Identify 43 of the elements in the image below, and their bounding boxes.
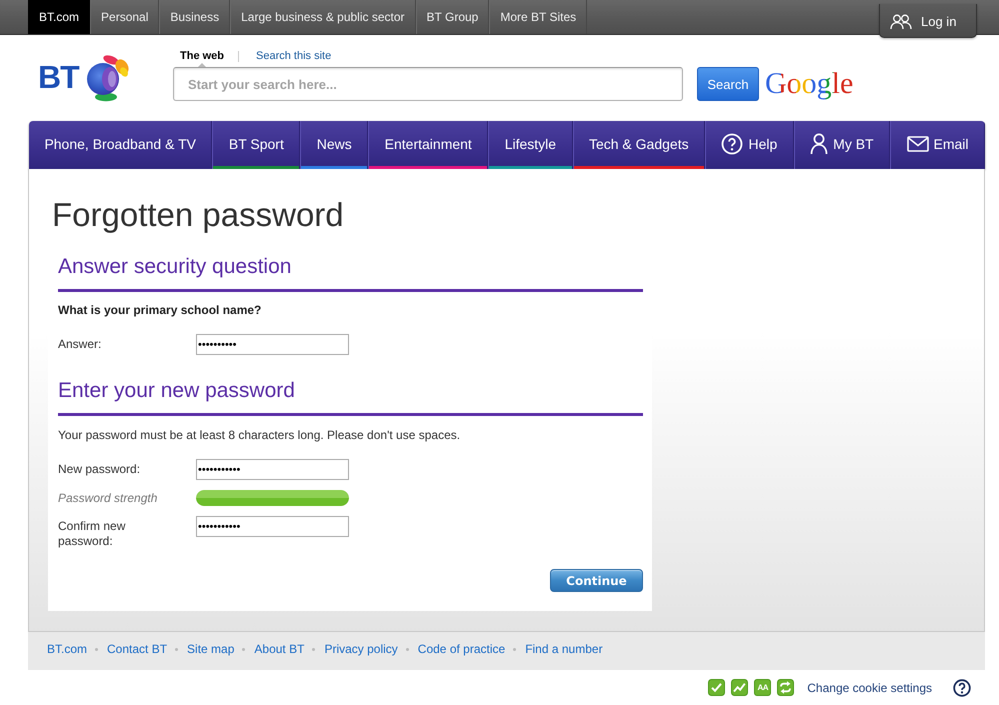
password-field[interactable]: •••••••••• — [196, 334, 349, 355]
text-size-icon: AA — [754, 679, 772, 696]
site-tab[interactable]: BT Group — [416, 0, 490, 34]
search-scope-tab[interactable]: The web — [180, 50, 224, 62]
search-scope-tab[interactable]: Search this site — [256, 50, 332, 62]
site-tab[interactable]: BT.com — [28, 0, 90, 34]
security-question: What is your primary school name? — [58, 302, 262, 318]
search-field[interactable]: Start your search here... — [173, 67, 683, 101]
field-label: Answer: — [58, 336, 102, 352]
help-icon[interactable] — [953, 678, 971, 696]
site-tab[interactable]: More BT Sites — [489, 0, 588, 34]
footer-link[interactable]: Find a number — [525, 642, 603, 656]
users-icon — [890, 14, 912, 30]
site-tab[interactable]: Large business & public sector — [230, 0, 416, 34]
pointer-icon — [198, 63, 206, 67]
footer-link[interactable]: BT.com — [47, 642, 88, 656]
field-label: New password: — [58, 461, 142, 477]
section-heading: Enter your new password — [58, 378, 296, 404]
footer-link[interactable]: Privacy policy — [324, 642, 398, 656]
footer-link[interactable]: Contact BT — [107, 642, 168, 656]
section-heading: Answer security question — [58, 254, 292, 280]
password-rules-text: Your password must be at least 8 characters long. Please don't use spaces. — [58, 427, 462, 443]
field-label: Confirm new password: — [58, 518, 126, 549]
tick-icon — [708, 679, 726, 696]
site-tab[interactable]: Personal — [90, 0, 160, 34]
footer-link[interactable]: Code of practice — [418, 642, 506, 656]
login-button[interactable]: Log in — [879, 4, 977, 38]
site-tab[interactable]: Business — [159, 0, 230, 34]
footer-link[interactable]: About BT — [254, 642, 304, 656]
password-field[interactable]: ••••••••••• — [196, 516, 349, 537]
logo-wordmark: BT — [38, 61, 79, 93]
footer-link[interactable]: Site map — [187, 642, 234, 656]
page-title: Forgotten password — [52, 195, 345, 235]
continue-button[interactable]: Continue — [550, 569, 643, 592]
search-button[interactable]: Search — [697, 67, 759, 101]
password-field[interactable]: ••••••••••• — [196, 459, 349, 480]
line-chart-icon — [731, 679, 748, 696]
cookie-settings-link[interactable]: Change cookie settings — [807, 680, 932, 694]
swap-arrows-icon — [777, 679, 794, 696]
field-label: Password strength — [58, 490, 158, 506]
user-icon — [810, 132, 828, 154]
mail-icon — [906, 136, 929, 152]
help-icon — [721, 132, 744, 154]
